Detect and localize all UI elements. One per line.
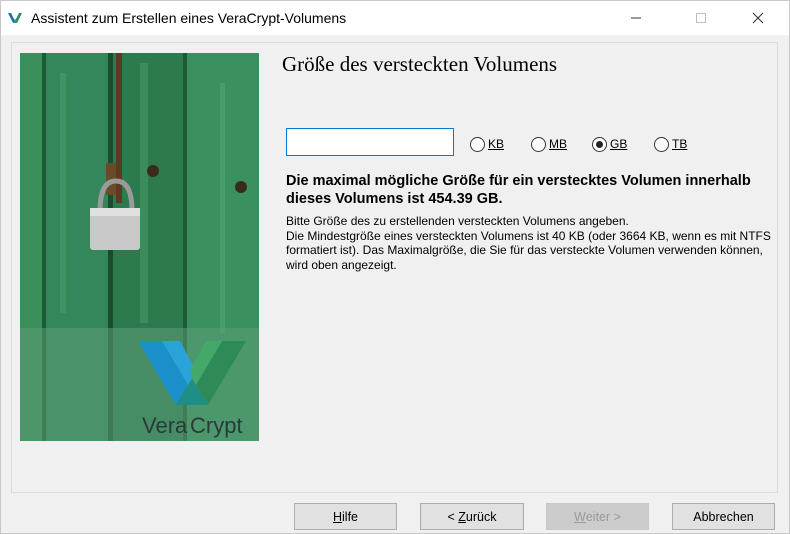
unit-radio-tb[interactable]: TB — [654, 136, 687, 152]
padlock-door-illustration: Vera Crypt — [20, 53, 259, 441]
radio-mb-circle[interactable] — [531, 136, 546, 152]
radio-kb-circle[interactable] — [470, 136, 485, 152]
cancel-button[interactable]: Abbrechen — [672, 503, 775, 530]
veracrypt-app-icon — [8, 13, 22, 23]
radio-gb-circle[interactable] — [592, 136, 607, 152]
wizard-window: Assistent zum Erstellen eines VeraCrypt-… — [0, 0, 790, 534]
volume-size-input[interactable] — [286, 128, 454, 156]
wizard-banner-image: Vera Crypt — [20, 53, 259, 441]
radio-kb-label: KB — [488, 137, 505, 151]
next-access-key: W — [574, 509, 586, 524]
close-icon — [752, 12, 764, 24]
help-button[interactable]: Hilfe — [294, 503, 397, 530]
banner-logo-text-1: Vera — [142, 413, 188, 438]
radio-tb-circle[interactable] — [654, 136, 669, 152]
close-button[interactable] — [735, 1, 781, 35]
title-bar[interactable]: Assistent zum Erstellen eines VeraCrypt-… — [1, 1, 789, 35]
minimize-button[interactable] — [613, 1, 659, 35]
description-line-2: Die Mindestgröße eines versteckten Volum… — [286, 228, 771, 272]
maximize-icon — [696, 13, 706, 23]
next-button[interactable]: Weiter > — [546, 503, 649, 530]
back-prefix: < — [447, 509, 459, 524]
unit-radio-kb[interactable]: KB — [470, 136, 504, 152]
description-text: Bitte Größe des zu erstellenden versteck… — [286, 214, 776, 272]
back-label-rest: urück — [465, 509, 497, 524]
radio-selected-dot — [596, 140, 603, 148]
next-label-rest: eiter > — [585, 509, 621, 524]
minimize-icon — [631, 17, 641, 19]
radio-mb-label: MB — [549, 137, 567, 151]
banner-logo-text-2: Crypt — [190, 413, 243, 438]
description-line-1: Bitte Größe des zu erstellenden versteck… — [286, 214, 629, 228]
window-title: Assistent zum Erstellen eines VeraCrypt-… — [31, 10, 347, 26]
help-label-rest: ilfe — [342, 509, 358, 524]
unit-radio-mb[interactable]: MB — [531, 136, 567, 152]
page-title: Größe des versteckten Volumens — [282, 52, 558, 76]
radio-gb-label: GB — [610, 137, 628, 151]
back-access-key: Z — [458, 509, 466, 524]
radio-tb-label: TB — [672, 137, 688, 151]
maximize-button[interactable] — [678, 1, 724, 35]
back-button[interactable]: < Zurück — [420, 503, 524, 530]
help-access-key: H — [332, 509, 343, 524]
unit-radio-gb[interactable]: GB — [592, 136, 627, 152]
max-size-info: Die maximal mögliche Größe für ein verst… — [286, 173, 751, 207]
